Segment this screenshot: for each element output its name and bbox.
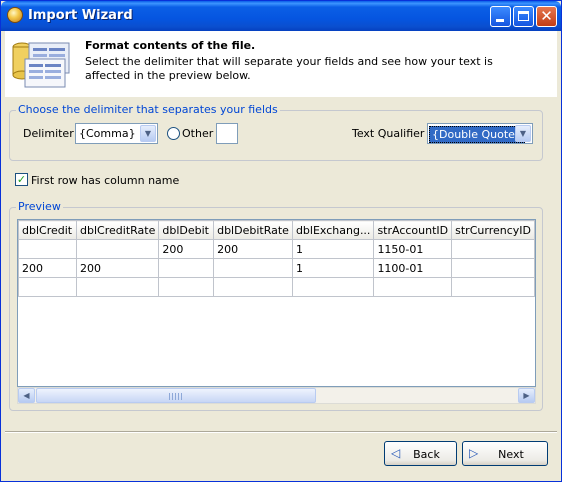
chevron-down-icon[interactable]: ▼: [515, 125, 531, 142]
table-row[interactable]: [18, 277, 535, 297]
header-row: dblCredit dblCreditRate dblDebit dblDebi…: [18, 220, 535, 240]
table-cell[interactable]: 1150-01: [373, 239, 453, 259]
table-row[interactable]: 200 200 1 1150-01: [18, 239, 535, 259]
import-wizard-window: Import Wizard ✕ Format contents of the f…: [0, 0, 562, 482]
delimiter-select[interactable]: {Comma} ▼: [75, 123, 158, 144]
title-bar[interactable]: Import Wizard ✕: [1, 1, 561, 31]
column-header[interactable]: dblCreditRate: [76, 220, 160, 240]
scrollbar-thumb[interactable]: [36, 388, 316, 403]
next-button[interactable]: ▷ Next: [462, 441, 548, 466]
step-description: Select the delimiter that will separate …: [85, 55, 493, 82]
first-row-checkbox[interactable]: ✓: [15, 173, 28, 186]
column-header[interactable]: dblExchang...: [291, 220, 375, 240]
other-label: Other: [182, 127, 214, 140]
table-cell[interactable]: [373, 277, 453, 297]
text-qualifier-select[interactable]: {Double Quote} ▼: [427, 123, 533, 144]
column-header[interactable]: dblDebit: [158, 220, 215, 240]
checkmark-icon: ✓: [16, 173, 27, 186]
table-cell[interactable]: [158, 258, 215, 278]
other-radio[interactable]: [167, 127, 180, 140]
back-button-label: Back: [413, 448, 440, 461]
maximize-icon: [518, 11, 529, 21]
table-cell[interactable]: 1100-01: [373, 258, 453, 278]
table-cell[interactable]: [451, 258, 535, 278]
close-button[interactable]: ✕: [536, 6, 557, 27]
first-row-label: First row has column name: [31, 174, 180, 187]
text-qualifier-select-value: {Double Quote}: [429, 126, 525, 143]
table-row[interactable]: 200 200 1 1100-01: [18, 258, 535, 278]
close-icon: ✕: [540, 7, 553, 25]
column-header[interactable]: dblCredit: [18, 220, 78, 240]
table-cell[interactable]: 200: [76, 258, 160, 278]
back-button[interactable]: ◁ Back: [384, 441, 457, 466]
preview-table: dblCredit dblCreditRate dblDebit dblDebi…: [18, 220, 535, 297]
database-document-icon: [12, 42, 70, 88]
table-cell[interactable]: [18, 277, 78, 297]
horizontal-scrollbar[interactable]: ◀ ▶: [17, 387, 536, 404]
window-title: Import Wizard: [28, 8, 133, 23]
table-cell[interactable]: [291, 277, 375, 297]
grip-icon: [169, 393, 183, 400]
next-button-label: Next: [498, 448, 524, 461]
preview-grid[interactable]: dblCredit dblCreditRate dblDebit dblDebi…: [17, 219, 536, 387]
maximize-button[interactable]: [513, 6, 534, 27]
app-icon: [7, 7, 23, 23]
delimiter-group-legend: Choose the delimiter that separates your…: [16, 103, 280, 116]
scroll-left-icon[interactable]: ◀: [18, 388, 35, 403]
minimize-icon: [496, 19, 504, 22]
footer-divider: [5, 431, 557, 433]
column-header[interactable]: strCurrencyID: [451, 220, 535, 240]
chevron-down-icon[interactable]: ▼: [140, 125, 156, 142]
delimiter-select-value: {Comma}: [79, 127, 136, 140]
table-cell[interactable]: [451, 277, 535, 297]
table-cell[interactable]: 200: [158, 239, 215, 259]
table-cell[interactable]: [213, 277, 293, 297]
table-cell[interactable]: 1: [291, 239, 375, 259]
table-cell[interactable]: [158, 277, 215, 297]
table-cell[interactable]: 200: [213, 239, 293, 259]
wizard-header: Format contents of the file. Select the …: [5, 31, 557, 97]
table-cell[interactable]: 200: [18, 258, 78, 278]
table-cell[interactable]: 1: [291, 258, 375, 278]
column-header[interactable]: dblDebitRate: [213, 220, 293, 240]
minimize-button[interactable]: [490, 6, 511, 27]
table-cell[interactable]: [18, 239, 78, 259]
text-qualifier-label: Text Qualifier: [352, 127, 425, 140]
delimiter-label: Delimiter: [23, 127, 74, 140]
scroll-right-icon[interactable]: ▶: [518, 388, 535, 403]
preview-group-legend: Preview: [16, 200, 63, 213]
table-cell[interactable]: [451, 239, 535, 259]
table-cell[interactable]: [76, 239, 160, 259]
other-delimiter-input[interactable]: [216, 123, 238, 144]
table-cell[interactable]: [76, 277, 160, 297]
step-title: Format contents of the file.: [85, 39, 256, 52]
column-header[interactable]: strAccountID: [373, 220, 453, 240]
table-cell[interactable]: [213, 258, 293, 278]
